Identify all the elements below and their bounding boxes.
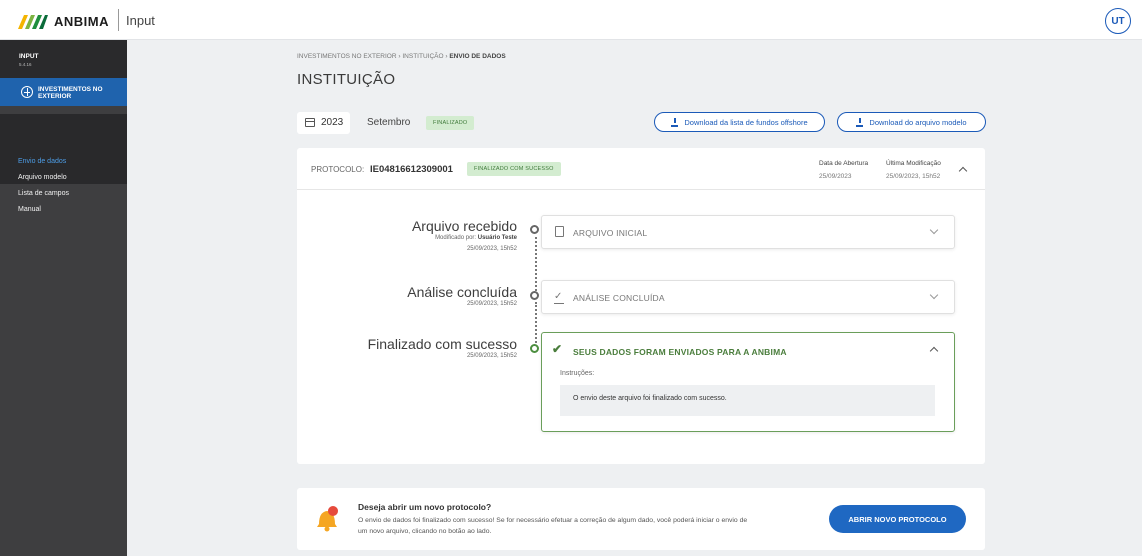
expand-chevron-icon <box>929 290 939 300</box>
status-badge: FINALIZADO <box>426 116 475 130</box>
protocol-label: PROTOCOLO: <box>311 165 365 174</box>
accordion-dados-enviados[interactable]: ✔ SEUS DADOS FORAM ENVIADOS PARA A ANBIM… <box>541 332 955 432</box>
app-name: Input <box>126 13 155 28</box>
download-offshore-list-label: Download da lista de fundos offshore <box>684 117 808 127</box>
opened-date-value: 25/09/2023 <box>819 173 852 180</box>
protocol-header[interactable]: PROTOCOLO: IE04816612309001 FINALIZADO C… <box>297 148 985 190</box>
breadcrumb-separator: › <box>445 53 448 60</box>
timeline-step-analysis: Análise concluída 25/09/2023, 15h52 <box>317 284 517 307</box>
sidebar-item-manual[interactable]: Manual <box>18 206 41 213</box>
check-list-underline <box>554 303 564 304</box>
user-avatar[interactable]: UT <box>1105 8 1131 34</box>
download-offshore-list-button[interactable]: Download da lista de fundos offshore <box>654 112 825 132</box>
logo-divider <box>118 9 119 31</box>
breadcrumb-current: ENVIO DE DADOS <box>449 53 506 60</box>
page-title: INSTITUIÇÃO <box>297 71 396 88</box>
sidebar-title: INPUT <box>19 53 39 60</box>
sidebar-item-envio-de-dados[interactable]: Envio de dados <box>18 158 66 165</box>
step-title: Análise concluída <box>407 284 517 300</box>
double-check-icon: ✔ <box>552 342 563 356</box>
sidebar-version: 5.4.16 <box>19 62 32 67</box>
collapse-chevron-icon[interactable] <box>958 166 968 176</box>
anbima-logo[interactable]: ANBIMA Input <box>18 9 178 33</box>
modified-date-label: Última Modificação <box>886 160 941 167</box>
timeline-node <box>530 291 539 300</box>
modified-date-value: 25/09/2023, 15h52 <box>886 173 941 180</box>
accordion-label: ARQUIVO INICIAL <box>573 228 648 238</box>
open-new-protocol-button[interactable]: ABRIR NOVO PROTOCOLO <box>829 505 966 533</box>
step-title: Arquivo recebido <box>411 218 517 234</box>
download-model-label: Download do arquivo modelo <box>869 117 967 127</box>
breadcrumb: INVESTIMENTOS NO EXTERIOR › INSTITUIÇÃO … <box>297 53 506 60</box>
breadcrumb-separator: › <box>398 53 401 60</box>
month-label: Setembro <box>367 117 411 128</box>
protocol-number: IE04816612309001 <box>370 164 453 175</box>
expand-chevron-icon <box>929 225 939 235</box>
timeline-connector <box>535 302 537 343</box>
instructions-label: Instruções: <box>560 370 595 377</box>
accordion-label: SEUS DADOS FORAM ENVIADOS PARA A ANBIMA <box>573 347 787 357</box>
sidebar-section-label: INVESTIMENTOS NO EXTERIOR <box>38 86 103 100</box>
new-protocol-title: Deseja abrir um novo protocolo? <box>358 502 492 512</box>
year-selector[interactable]: 2023 <box>297 112 350 134</box>
breadcrumb-item[interactable]: INSTITUIÇÃO <box>402 53 443 60</box>
timeline-node-success <box>530 344 539 353</box>
timeline-step-finalized: Finalizado com sucesso 25/09/2023, 15h52 <box>317 336 517 359</box>
protocol-status-badge: FINALIZADO COM SUCESSO <box>467 162 561 176</box>
opened-date-label: Data de Abertura <box>819 160 869 167</box>
accordion-arquivo-inicial[interactable]: ARQUIVO INICIAL <box>541 215 955 249</box>
brand-name: ANBIMA <box>54 14 109 29</box>
step-date: 25/09/2023, 15h52 <box>466 301 517 307</box>
bell-icon <box>317 506 338 532</box>
sidebar-item-arquivo-modelo[interactable]: Arquivo modelo <box>18 174 67 181</box>
download-model-button[interactable]: Download do arquivo modelo <box>837 112 986 132</box>
new-protocol-text: O envio de dados foi finalizado com suce… <box>358 517 748 535</box>
new-protocol-card: Deseja abrir um novo protocolo? O envio … <box>297 488 985 550</box>
timeline-step-received: Arquivo recebido Modificado por: Usuário… <box>317 218 517 252</box>
step-title: Finalizado com sucesso <box>367 336 517 352</box>
accordion-label: ANÁLISE CONCLUÍDA <box>573 293 665 303</box>
accordion-analise-concluida[interactable]: ✓ ANÁLISE CONCLUÍDA <box>541 280 955 314</box>
check-list-icon: ✓ <box>554 291 563 302</box>
step-date: 25/09/2023, 15h52 <box>466 246 517 252</box>
timeline-connector <box>535 237 537 295</box>
collapse-chevron-icon <box>929 346 939 356</box>
anbima-logo-icon <box>18 15 48 29</box>
step-modified-by: Modificado por: Usuário Teste <box>435 235 517 241</box>
step-date: 25/09/2023, 15h52 <box>466 353 517 359</box>
sidebar: INPUT 5.4.16 INVESTIMENTOS NO EXTERIOR E… <box>0 40 127 556</box>
breadcrumb-item[interactable]: INVESTIMENTOS NO EXTERIOR <box>297 53 397 60</box>
file-upload-icon <box>555 226 564 237</box>
instructions-box: O envio deste arquivo foi finalizado com… <box>560 385 935 416</box>
calendar-icon <box>305 118 315 127</box>
globe-icon <box>21 86 33 98</box>
sidebar-item-lista-de-campos[interactable]: Lista de campos <box>18 190 69 197</box>
sidebar-header: INPUT 5.4.16 <box>0 40 127 78</box>
download-icon <box>671 118 679 127</box>
sidebar-section-investimentos[interactable]: INVESTIMENTOS NO EXTERIOR <box>0 78 127 106</box>
top-bar: ANBIMA Input UT <box>0 0 1142 40</box>
year-value: 2023 <box>321 117 344 128</box>
timeline-node <box>530 225 539 234</box>
download-icon <box>856 118 864 127</box>
